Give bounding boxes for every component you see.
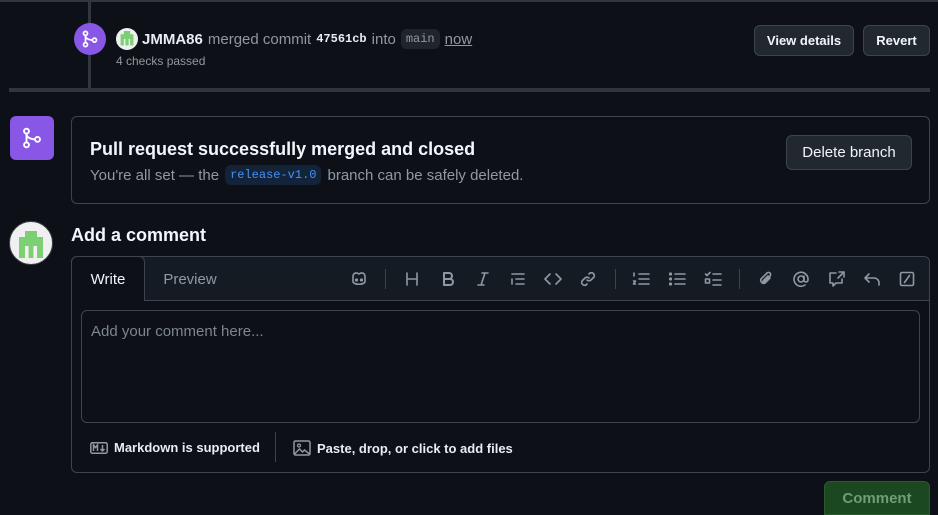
merge-event-icon: [74, 23, 106, 55]
markdown-note: Markdown is supported: [114, 440, 260, 455]
merge-message-suffix: branch can be safely deleted.: [327, 166, 524, 184]
add-files-link[interactable]: Paste, drop, or click to add files: [293, 440, 513, 456]
checks-status[interactable]: 4 checks passed: [116, 54, 205, 68]
merge-action-text: merged commit: [207, 30, 312, 48]
reply-icon[interactable]: [861, 268, 883, 290]
footer-divider: [275, 432, 276, 462]
copilot-icon[interactable]: [348, 268, 370, 290]
comment-submit-button[interactable]: Comment: [824, 481, 930, 515]
code-icon[interactable]: [542, 268, 564, 290]
merge-status-box: Pull request successfully merged and clo…: [71, 116, 930, 204]
image-icon: [293, 440, 311, 456]
editor-tabbar: Write Preview: [71, 256, 929, 301]
merge-message-prefix: You're all set — the: [90, 166, 220, 184]
top-divider: [0, 0, 938, 2]
italic-icon[interactable]: [472, 268, 494, 290]
merge-status-title: Pull request successfully merged and clo…: [90, 139, 476, 159]
tab-preview[interactable]: Preview: [146, 257, 234, 301]
current-user-avatar[interactable]: [9, 221, 53, 265]
mention-icon[interactable]: [790, 268, 812, 290]
slash-command-icon[interactable]: [896, 268, 918, 290]
username-link[interactable]: JMMA86: [142, 31, 203, 48]
merge-status-message: You're all set — the release-v1.0 branch…: [90, 165, 523, 185]
toolbar-divider: [615, 269, 616, 289]
comment-editor: Write Preview Add your comment here... M…: [71, 256, 930, 473]
toolbar-divider: [385, 269, 386, 289]
link-icon[interactable]: [577, 268, 599, 290]
tab-write[interactable]: Write: [71, 256, 145, 301]
event-time-link[interactable]: now: [445, 31, 473, 48]
commit-sha-link[interactable]: 47561cb: [316, 32, 366, 46]
numbered-list-icon[interactable]: [630, 268, 652, 290]
toolbar-divider: [739, 269, 740, 289]
attach-icon[interactable]: [755, 268, 777, 290]
merged-status-icon: [10, 116, 54, 160]
markdown-icon: [90, 441, 108, 454]
task-list-icon[interactable]: [702, 268, 724, 290]
into-text: into: [371, 30, 396, 48]
add-comment-heading: Add a comment: [71, 225, 207, 245]
heading-icon[interactable]: [401, 268, 423, 290]
attach-note: Paste, drop, or click to add files: [317, 440, 513, 456]
comment-textarea[interactable]: [81, 310, 920, 423]
quote-icon[interactable]: [507, 268, 529, 290]
section-divider: [9, 88, 930, 92]
markdown-support-link[interactable]: Markdown is supported: [90, 440, 260, 455]
revert-button[interactable]: Revert: [863, 25, 930, 56]
head-branch-chip[interactable]: release-v1.0: [225, 165, 322, 185]
reference-icon[interactable]: [826, 268, 848, 290]
delete-branch-button[interactable]: Delete branch: [786, 135, 912, 170]
merge-event-text: JMMA86 merged commit 47561cb into main n…: [142, 29, 472, 49]
view-details-button[interactable]: View details: [754, 25, 854, 56]
bold-icon[interactable]: [437, 268, 459, 290]
avatar[interactable]: [116, 28, 138, 50]
target-branch-chip[interactable]: main: [400, 29, 440, 49]
unordered-list-icon[interactable]: [666, 268, 688, 290]
